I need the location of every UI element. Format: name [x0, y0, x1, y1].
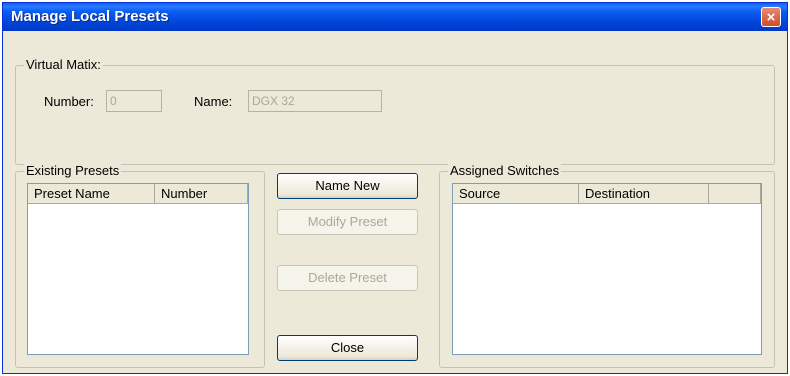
title-bar[interactable]: Manage Local Presets × [3, 3, 787, 31]
virtual-matrix-legend: Virtual Matix: [24, 57, 103, 72]
column-header-source[interactable]: Source [453, 184, 579, 204]
existing-presets-list[interactable]: Preset Name Number [27, 183, 249, 355]
number-label: Number: [44, 94, 94, 109]
close-button[interactable]: Close [277, 335, 418, 361]
number-field: 0 [106, 90, 162, 112]
column-header-extra[interactable] [709, 184, 761, 204]
assigned-switches-group: Assigned Switches Source Destination [439, 163, 775, 368]
assigned-switches-legend: Assigned Switches [448, 163, 562, 178]
virtual-matrix-group: Virtual Matix: Number: 0 Name: DGX 32 [15, 57, 775, 165]
close-window-icon[interactable]: × [761, 7, 781, 27]
existing-presets-group: Existing Presets Preset Name Number [15, 163, 265, 368]
existing-presets-header: Preset Name Number [28, 184, 248, 204]
manage-local-presets-dialog: Manage Local Presets × Virtual Matix: Nu… [2, 2, 788, 374]
name-field: DGX 32 [248, 90, 382, 112]
window-title: Manage Local Presets [11, 8, 169, 25]
column-header-number[interactable]: Number [155, 184, 248, 204]
assigned-switches-list[interactable]: Source Destination [452, 183, 762, 355]
column-header-destination[interactable]: Destination [579, 184, 709, 204]
name-new-button[interactable]: Name New [277, 173, 418, 199]
existing-presets-legend: Existing Presets [24, 163, 122, 178]
assigned-switches-header: Source Destination [453, 184, 761, 204]
modify-preset-button[interactable]: Modify Preset [277, 209, 418, 235]
name-label: Name: [194, 94, 233, 109]
column-header-preset-name[interactable]: Preset Name [28, 184, 155, 204]
delete-preset-button[interactable]: Delete Preset [277, 265, 418, 291]
